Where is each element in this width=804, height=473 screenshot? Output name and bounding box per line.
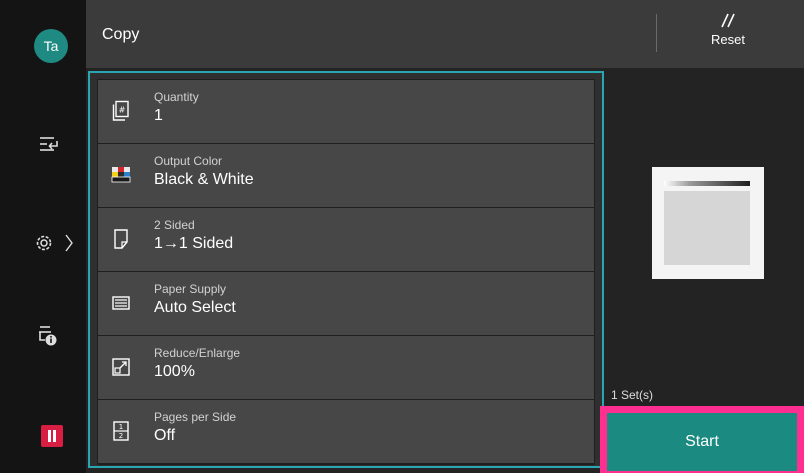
feature-value: Auto Select	[154, 299, 236, 316]
quantity-icon: #	[110, 100, 132, 122]
settings-gear-icon[interactable]	[33, 232, 55, 254]
job-list-icon[interactable]	[38, 135, 60, 155]
sets-count: 1 Set(s)	[611, 388, 654, 402]
feature-label: 2 Sided	[154, 218, 195, 232]
pages-per-side-icon: 1 2	[110, 420, 132, 442]
side-rail: Ta	[0, 0, 86, 473]
feature-value: 100%	[154, 363, 195, 380]
preview-sheet	[664, 191, 750, 265]
preview-gradient-bar	[664, 181, 750, 186]
top-bar: Copy Reset	[86, 0, 804, 68]
reset-label: Reset	[711, 32, 745, 47]
svg-text:1: 1	[119, 423, 123, 431]
feature-label: Quantity	[154, 90, 199, 104]
two-sided-icon	[110, 228, 132, 250]
copy-preview	[652, 167, 764, 279]
feature-item-paper-supply[interactable]: Paper Supply Auto Select	[98, 272, 594, 335]
svg-text:#: #	[119, 106, 126, 115]
paper-tray-icon	[110, 292, 132, 314]
feature-item-output-color[interactable]: Output Color Black & White	[98, 144, 594, 207]
feature-item-reduce-enlarge[interactable]: Reduce/Enlarge 100%	[98, 336, 594, 399]
pause-button[interactable]	[41, 425, 63, 447]
user-avatar[interactable]: Ta	[34, 29, 68, 63]
feature-value: 1→1 Sided	[154, 235, 234, 252]
feature-label: Paper Supply	[154, 282, 227, 296]
feature-value: Off	[154, 427, 176, 444]
reduce-enlarge-icon	[110, 356, 132, 378]
feature-label: Reduce/Enlarge	[154, 346, 241, 360]
divider	[656, 14, 657, 52]
feature-list: # Quantity 1 Output Color Black & White	[97, 79, 595, 465]
reset-icon	[721, 13, 735, 28]
feature-label: Pages per Side	[154, 410, 237, 424]
feature-item-pages-per-side[interactable]: 1 2 Pages per Side Off	[98, 400, 594, 463]
feature-list-panel: # Quantity 1 Output Color Black & White	[88, 71, 604, 468]
feature-item-quantity[interactable]: # Quantity 1	[98, 80, 594, 143]
feature-item-two-sided[interactable]: 2 Sided 1→1 Sided	[98, 208, 594, 271]
page-title: Copy	[102, 26, 140, 43]
reset-button[interactable]: Reset	[698, 12, 758, 62]
feature-value: 1	[154, 107, 163, 124]
chevron-right-icon[interactable]	[64, 233, 74, 253]
feature-label: Output Color	[154, 154, 223, 168]
feature-value: Black & White	[154, 171, 254, 188]
output-color-icon	[110, 164, 132, 186]
device-info-icon[interactable]	[36, 324, 60, 348]
start-button[interactable]: Start	[607, 413, 797, 471]
svg-text:2: 2	[119, 432, 123, 440]
